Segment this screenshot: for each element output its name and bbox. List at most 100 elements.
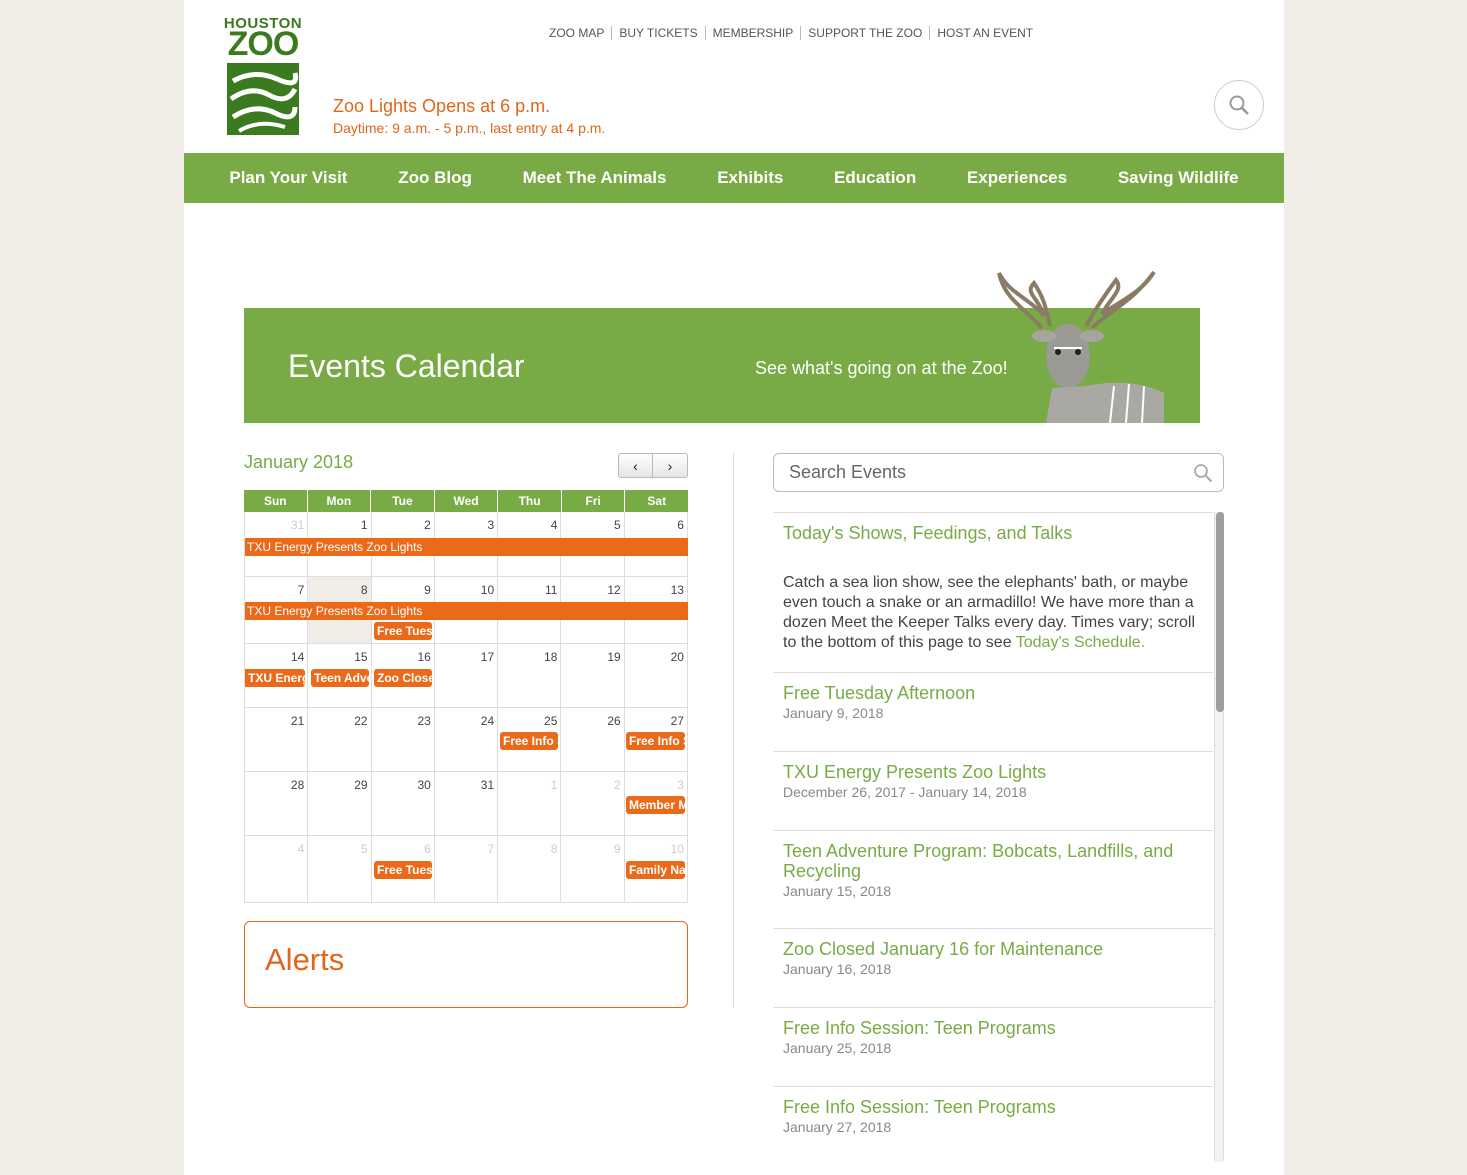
calendar-week: 14 15 16 17 18 19 20 TXU Energy Presents… — [244, 644, 688, 708]
calendar-day[interactable]: 30 — [371, 772, 435, 836]
calendar-day[interactable]: 8 — [498, 836, 562, 903]
event-date: January 15, 2018 — [783, 883, 892, 899]
buy-tickets-link[interactable]: BUY TICKETS — [611, 26, 704, 40]
membership-link[interactable]: MEMBERSHIP — [704, 26, 801, 40]
event-date: January 25, 2018 — [783, 1040, 892, 1056]
weekday-sun: Sun — [244, 490, 308, 512]
calendar-week: 4 5 6 7 8 9 10 Free Tuesday Afternoon Fa… — [244, 836, 688, 903]
calendar-day[interactable]: 9 — [561, 836, 625, 903]
calendar-week: 21 22 23 24 25 26 27 Free Info Session F… — [244, 708, 688, 772]
weekday-mon: Mon — [308, 490, 372, 512]
calendar-day[interactable]: 1 — [498, 772, 562, 836]
event-title[interactable]: Zoo Closed January 16 for Maintenance — [783, 939, 1203, 959]
column-divider — [733, 453, 734, 1008]
event-chip-family-nature[interactable]: Family Nature — [626, 861, 685, 879]
event-list-scrollbar[interactable] — [1214, 512, 1224, 1162]
calendar-day[interactable]: 5 — [308, 836, 372, 903]
calendar-nav: ‹ › — [618, 453, 688, 478]
search-icon[interactable] — [1193, 463, 1213, 483]
event-title[interactable]: Free Info Session: Teen Programs — [783, 1097, 1203, 1117]
search-events-input[interactable] — [775, 455, 1175, 490]
nav-education[interactable]: Education — [834, 168, 916, 188]
event-date: January 27, 2018 — [783, 1119, 892, 1135]
calendar-day[interactable]: 29 — [308, 772, 372, 836]
weekday-wed: Wed — [435, 490, 499, 512]
prev-month-button[interactable]: ‹ — [618, 453, 653, 478]
search-events-box — [773, 453, 1224, 492]
event-item: TXU Energy Presents Zoo Lights December … — [773, 752, 1213, 831]
banner-title: Events Calendar — [288, 348, 525, 384]
nav-exhibits[interactable]: Exhibits — [717, 168, 783, 188]
calendar-day[interactable]: 22 — [308, 708, 372, 772]
calendar-day[interactable]: 31 — [434, 772, 499, 836]
calendar-grid: Sun Mon Tue Wed Thu Fri Sat 31 1 2 3 4 5… — [244, 490, 688, 903]
nav-experiences[interactable]: Experiences — [967, 168, 1067, 188]
zoo-map-link[interactable]: ZOO MAP — [542, 26, 611, 40]
calendar-day[interactable]: 18 — [498, 644, 562, 708]
event-chip-zoo-lights[interactable]: TXU Energy Presents Zoo Lights — [245, 669, 305, 687]
scrollbar-thumb[interactable] — [1216, 512, 1224, 712]
event-bar-zoo-lights[interactable]: TXU Energy Presents Zoo Lights — [245, 538, 688, 556]
calendar-day[interactable]: 26 — [561, 708, 625, 772]
event-title[interactable]: Free Info Session: Teen Programs — [783, 1018, 1203, 1038]
calendar-day[interactable]: 28 — [245, 772, 309, 836]
event-item: Zoo Closed January 16 for Maintenance Ja… — [773, 929, 1213, 1008]
calendar-day[interactable]: 19 — [561, 644, 625, 708]
page: HOUSTON ZOO ZOO MAP BUY TICKETS MEMBERSH… — [184, 0, 1284, 1175]
event-item: Free Tuesday Afternoon January 9, 2018 — [773, 673, 1213, 752]
event-title[interactable]: Teen Adventure Program: Bobcats, Landfil… — [783, 841, 1203, 881]
calendar-week: 31 1 2 3 4 5 6 TXU Energy Presents Zoo L… — [244, 512, 688, 577]
calendar-day[interactable]: 2 — [561, 772, 625, 836]
todays-schedule-link[interactable]: Today's Schedule. — [1016, 634, 1145, 651]
event-date: January 9, 2018 — [783, 705, 884, 721]
calendar-day[interactable]: 24 — [434, 708, 499, 772]
event-bar-zoo-lights[interactable]: TXU Energy Presents Zoo Lights — [245, 602, 688, 620]
calendar-day[interactable]: 7 — [434, 836, 499, 903]
event-chip-zoo-closed[interactable]: Zoo Closed — [374, 669, 432, 687]
event-item: Free Info Session: Teen Programs January… — [773, 1087, 1213, 1162]
event-chip-member-morning[interactable]: Member Morning — [626, 796, 685, 814]
support-the-zoo-link[interactable]: SUPPORT THE ZOO — [800, 26, 929, 40]
calendar-weekday-header: Sun Mon Tue Wed Thu Fri Sat — [244, 490, 688, 512]
weekday-thu: Thu — [498, 490, 562, 512]
kudu-antelope-image — [997, 270, 1164, 423]
calendar-month-title: January 2018 — [244, 452, 354, 472]
weekday-sat: Sat — [647, 494, 667, 508]
site-search-button[interactable] — [1214, 80, 1264, 130]
calendar-day[interactable]: 21 — [245, 708, 309, 772]
calendar-week: 7 8 9 10 11 12 13 TXU Energy Presents Zo… — [244, 577, 688, 644]
event-item: Free Info Session: Teen Programs January… — [773, 1008, 1213, 1087]
banner-subtitle: See what's going on at the Zoo! — [755, 358, 1008, 378]
zebra-stripe-logo-icon — [227, 63, 299, 135]
weekday-tue: Tue — [371, 490, 435, 512]
calendar-day[interactable]: 4 — [245, 836, 309, 903]
event-item: Today's Shows, Feedings, and Talks Catch… — [773, 513, 1213, 673]
hours-title: Zoo Lights Opens at 6 p.m. — [333, 96, 551, 116]
event-chip-free-tuesday[interactable]: Free Tuesday Afternoon — [374, 622, 432, 640]
event-chip-teen-adventure[interactable]: Teen Adventure Program — [311, 669, 369, 687]
calendar-day[interactable]: 17 — [434, 644, 499, 708]
event-chip-free-tuesday[interactable]: Free Tuesday Afternoon — [374, 861, 432, 879]
event-date: January 16, 2018 — [783, 961, 892, 977]
event-description: Catch a sea lion show, see the elephants… — [783, 574, 1196, 651]
nav-meet-the-animals[interactable]: Meet The Animals — [523, 168, 667, 188]
host-an-event-link[interactable]: HOST AN EVENT — [929, 26, 1040, 40]
hours-subtitle: Daytime: 9 a.m. - 5 p.m., last entry at … — [333, 120, 606, 136]
event-item: Teen Adventure Program: Bobcats, Landfil… — [773, 831, 1213, 929]
next-month-button[interactable]: › — [653, 453, 688, 478]
event-title[interactable]: TXU Energy Presents Zoo Lights — [783, 762, 1203, 782]
logo-zoo-text: ZOO — [227, 25, 300, 63]
calendar-day[interactable]: 23 — [371, 708, 435, 772]
calendar-day[interactable]: 20 — [624, 644, 688, 708]
event-list: Today's Shows, Feedings, and Talks Catch… — [773, 512, 1213, 1162]
nav-plan-your-visit[interactable]: Plan Your Visit — [229, 168, 347, 188]
houston-zoo-logo[interactable]: HOUSTON ZOO — [223, 15, 303, 139]
event-title[interactable]: Today's Shows, Feedings, and Talks — [783, 523, 1203, 543]
alerts-panel: Alerts — [244, 921, 688, 1008]
event-chip-free-info-session[interactable]: Free Info Session — [500, 732, 558, 750]
nav-saving-wildlife[interactable]: Saving Wildlife — [1118, 168, 1239, 188]
event-chip-free-info-session[interactable]: Free Info Session — [626, 732, 685, 750]
alerts-title: Alerts — [265, 942, 345, 977]
event-title[interactable]: Free Tuesday Afternoon — [783, 683, 1203, 703]
nav-zoo-blog[interactable]: Zoo Blog — [398, 168, 472, 188]
